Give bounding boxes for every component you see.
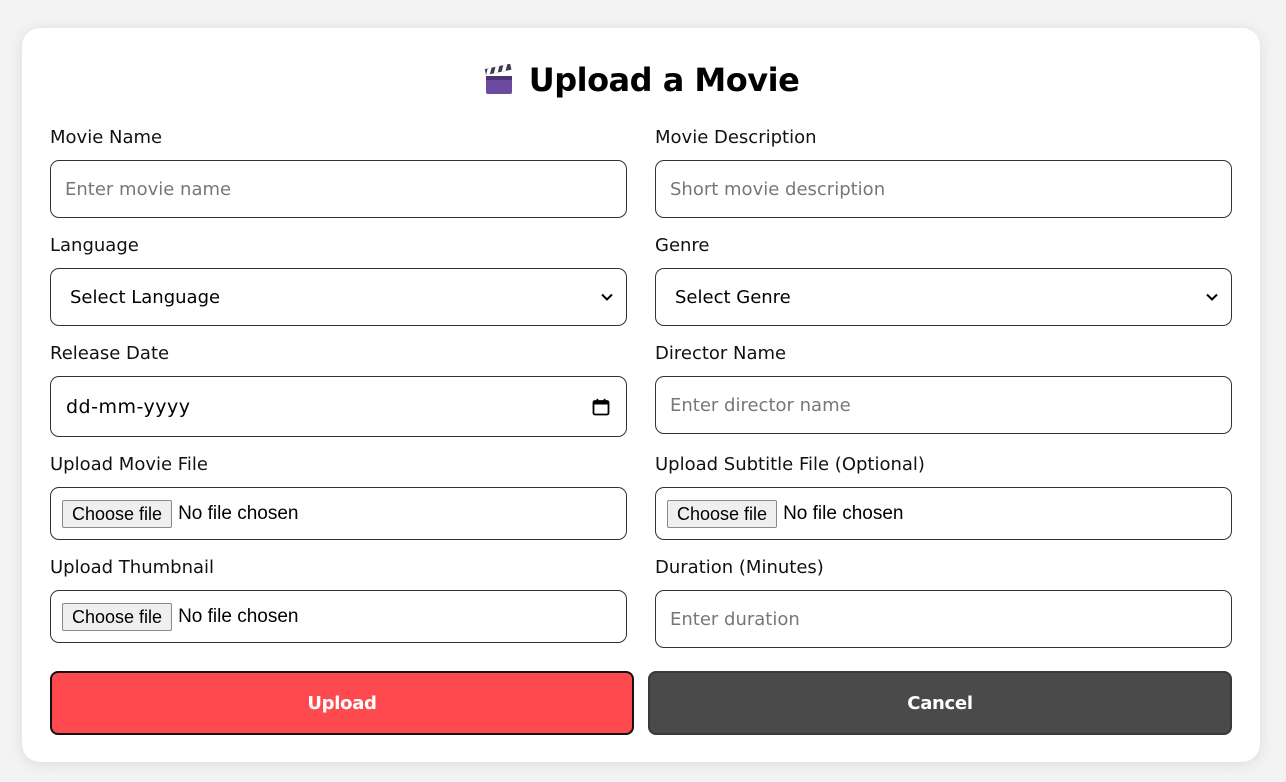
choose-file-button[interactable]: Choose file	[62, 499, 173, 528]
movie-file-label: Upload Movie File	[50, 454, 208, 475]
movie-name-placeholder: Enter movie name	[65, 178, 232, 200]
director-name-field: Director Name Enter director name	[655, 342, 1232, 434]
movie-description-input[interactable]: Short movie description	[655, 160, 1232, 218]
form-header: Upload a Movie	[22, 58, 1260, 102]
movie-name-input[interactable]: Enter movie name	[50, 160, 627, 218]
duration-label: Duration (Minutes)	[655, 557, 824, 578]
release-date-field: Release Date dd-mm-yyyy	[50, 342, 627, 437]
release-date-label: Release Date	[50, 343, 170, 364]
genre-label: Genre	[655, 235, 710, 256]
movie-description-field: Movie Description Short movie descriptio…	[655, 126, 1232, 218]
chevron-down-icon	[601, 293, 613, 301]
clapperboard-icon	[484, 64, 512, 94]
duration-input[interactable]: Enter duration	[655, 590, 1232, 648]
language-select[interactable]: Select Language	[50, 268, 627, 326]
thumbnail-status: No file chosen	[178, 605, 299, 627]
language-field: Language Select Language	[50, 234, 627, 326]
thumbnail-label: Upload Thumbnail	[50, 557, 215, 578]
release-date-input[interactable]: dd-mm-yyyy	[50, 376, 627, 437]
director-name-label: Director Name	[655, 343, 787, 364]
page-title: Upload a Movie	[528, 61, 800, 99]
director-name-placeholder: Enter director name	[670, 394, 851, 416]
subtitle-file-status: No file chosen	[783, 502, 904, 524]
release-date-value: dd-mm-yyyy	[66, 395, 191, 418]
genre-field: Genre Select Genre	[655, 234, 1232, 326]
cancel-button[interactable]: Cancel	[648, 671, 1232, 735]
choose-file-button[interactable]: Choose file	[667, 499, 778, 528]
movie-file-field: Upload Movie File Choose file No file ch…	[50, 453, 627, 540]
movie-description-placeholder: Short movie description	[670, 178, 886, 200]
language-label: Language	[50, 235, 139, 256]
calendar-icon[interactable]	[592, 398, 610, 416]
upload-button[interactable]: Upload	[50, 671, 634, 735]
genre-selected-value: Select Genre	[675, 286, 791, 308]
language-selected-value: Select Language	[70, 286, 221, 308]
thumbnail-input[interactable]: Choose file No file chosen	[50, 590, 627, 643]
movie-file-input[interactable]: Choose file No file chosen	[50, 487, 627, 540]
duration-placeholder: Enter duration	[670, 608, 800, 630]
chevron-down-icon	[1206, 293, 1218, 301]
upload-movie-card: Upload a Movie Movie Name Enter movie na…	[22, 28, 1260, 762]
choose-file-button[interactable]: Choose file	[62, 602, 173, 631]
movie-description-label: Movie Description	[655, 127, 817, 148]
thumbnail-field: Upload Thumbnail Choose file No file cho…	[50, 556, 627, 643]
duration-field: Duration (Minutes) Enter duration	[655, 556, 1232, 648]
genre-select[interactable]: Select Genre	[655, 268, 1232, 326]
movie-name-field: Movie Name Enter movie name	[50, 126, 627, 218]
movie-file-status: No file chosen	[178, 502, 299, 524]
subtitle-file-field: Upload Subtitle File (Optional) Choose f…	[655, 453, 1232, 540]
director-name-input[interactable]: Enter director name	[655, 376, 1232, 434]
subtitle-file-input[interactable]: Choose file No file chosen	[655, 487, 1232, 540]
subtitle-file-label: Upload Subtitle File (Optional)	[655, 454, 925, 475]
movie-name-label: Movie Name	[50, 127, 163, 148]
